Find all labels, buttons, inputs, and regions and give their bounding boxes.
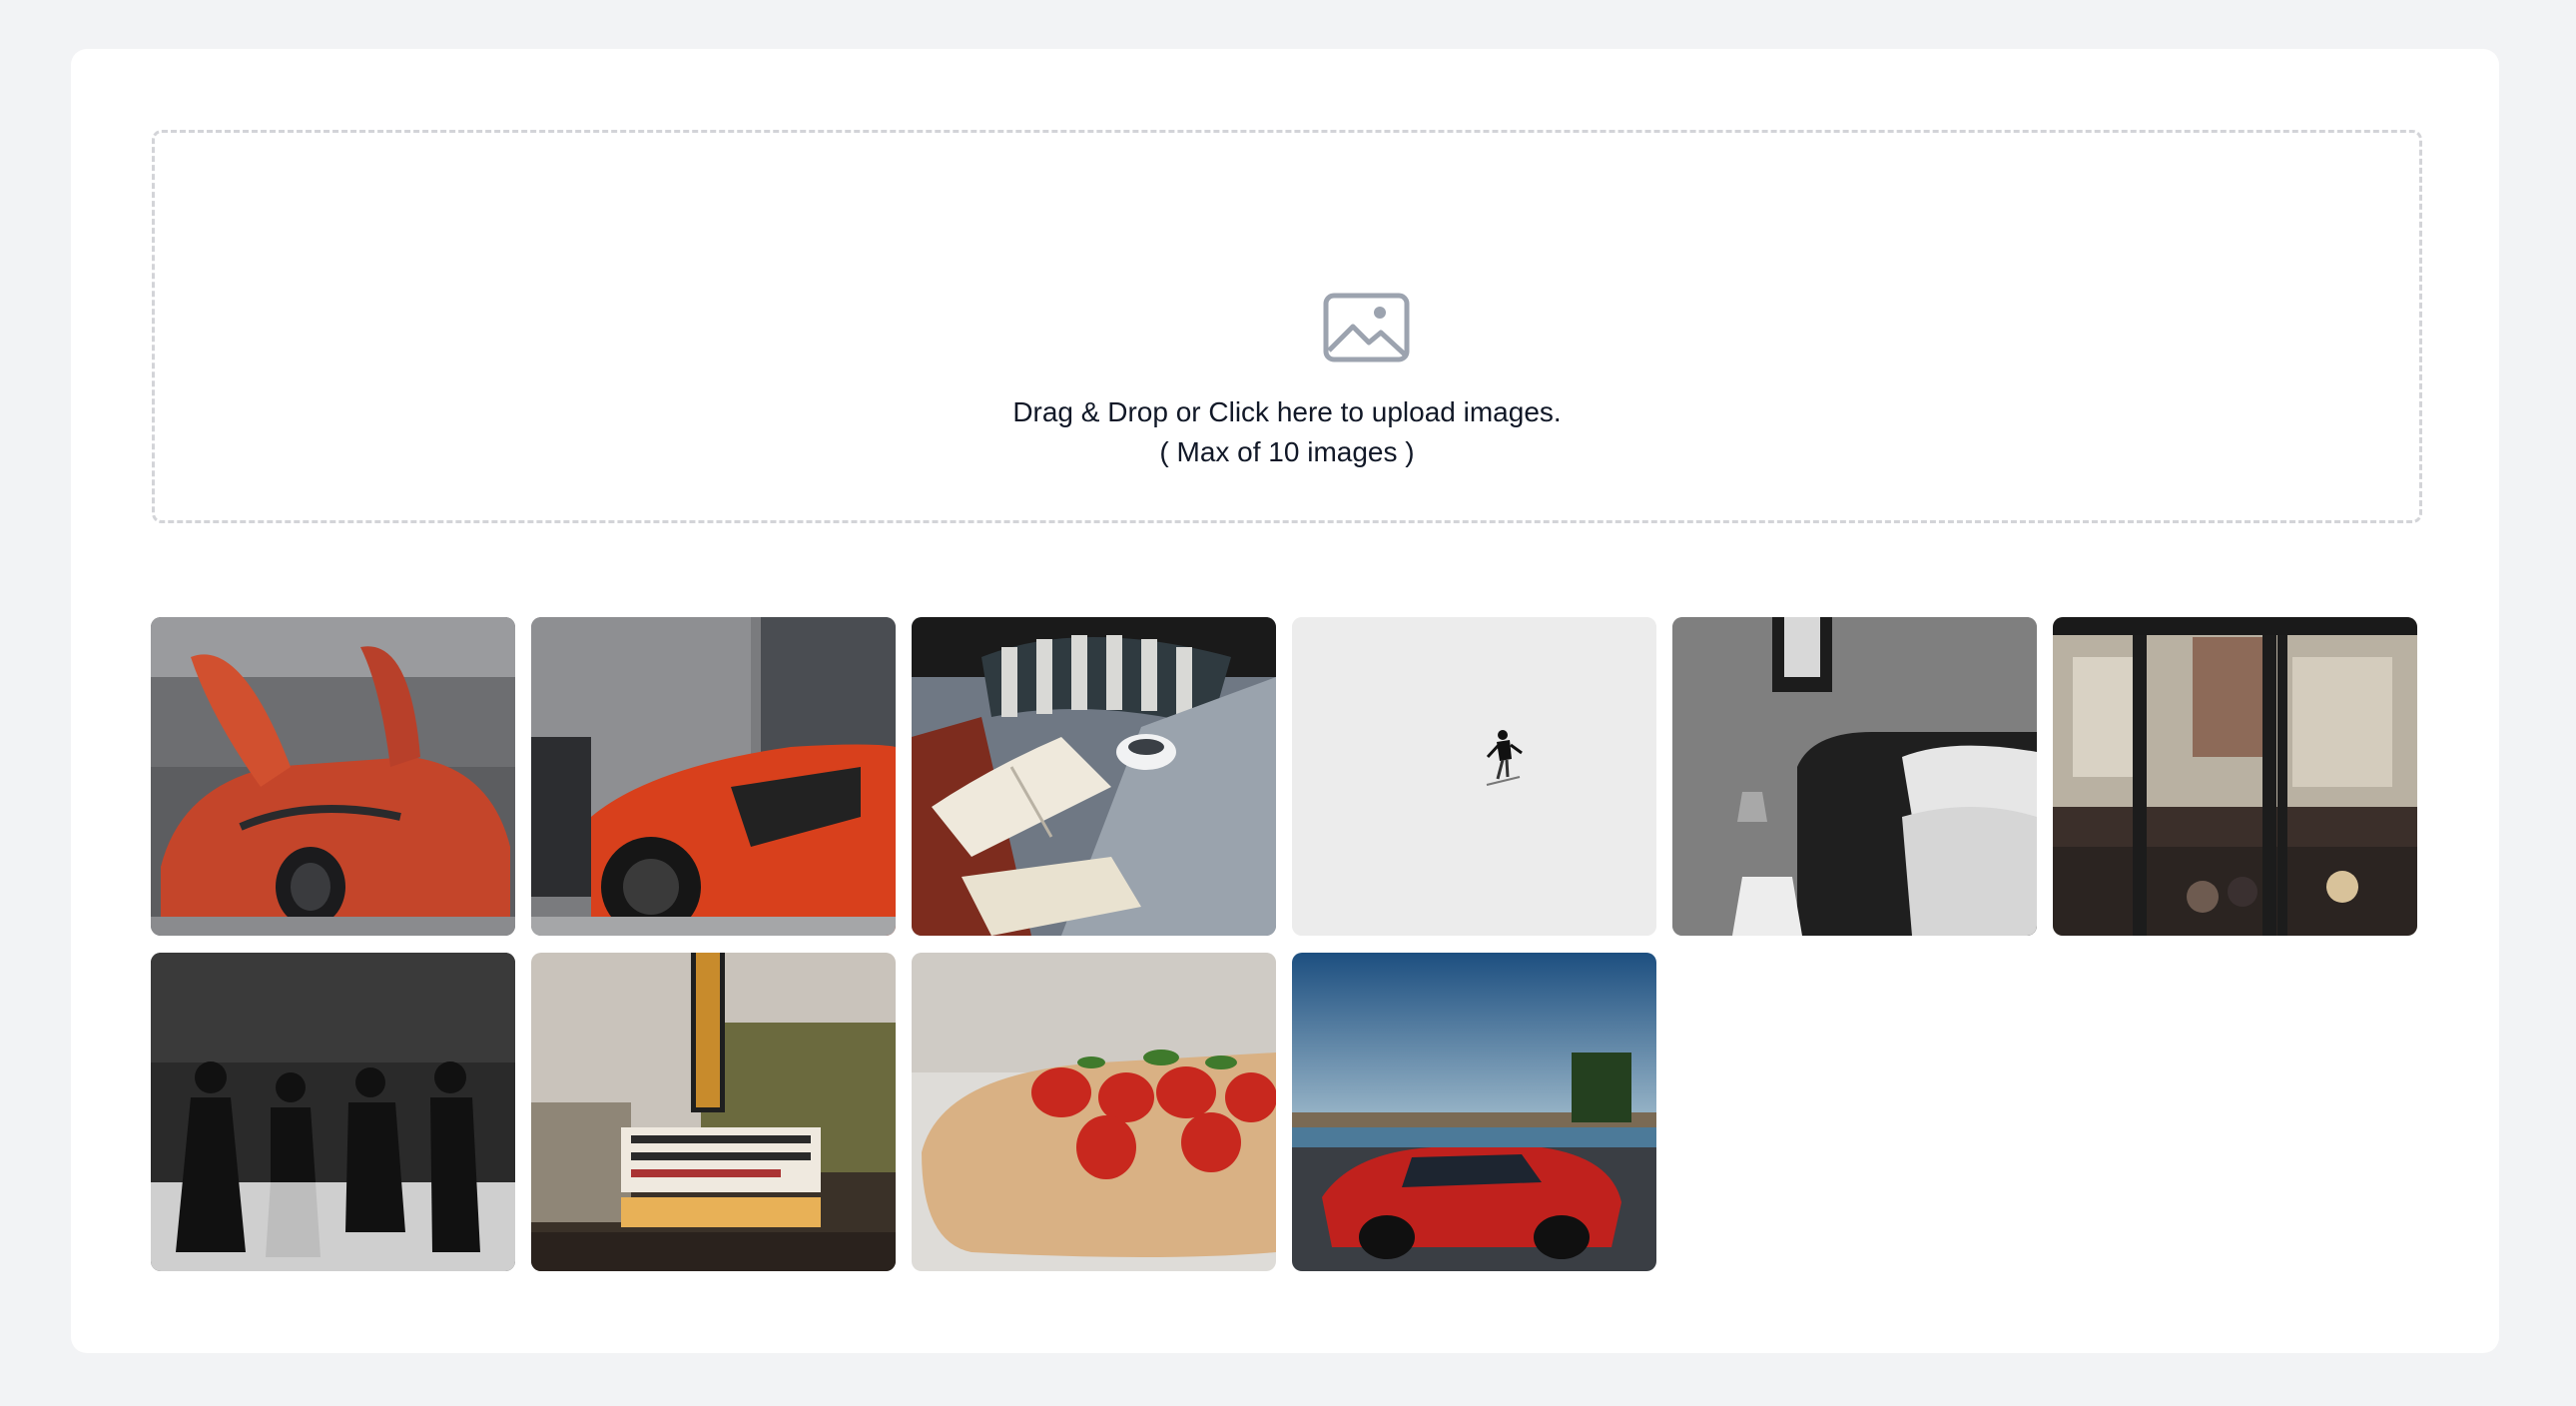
gallery-image-street-door[interactable] bbox=[2053, 617, 2417, 936]
image-icon bbox=[1323, 293, 1410, 362]
upload-card: Drag & Drop or Click here to upload imag… bbox=[71, 49, 2499, 1353]
gallery-image-theater[interactable] bbox=[531, 953, 896, 1271]
gallery-image-skier[interactable] bbox=[1292, 617, 1656, 936]
upload-instruction: Drag & Drop or Click here to upload imag… bbox=[1012, 396, 1562, 427]
gallery-image-red-car-river[interactable] bbox=[1292, 953, 1656, 1271]
gallery-image-strawberries[interactable] bbox=[912, 953, 1276, 1271]
gallery-image-book-on-bed[interactable] bbox=[912, 617, 1276, 936]
gallery-image-four-people[interactable] bbox=[151, 953, 515, 1271]
gallery-image-bedroom[interactable] bbox=[1672, 617, 2037, 936]
gallery-image-red-supercar[interactable] bbox=[151, 617, 515, 936]
gallery-image-orange-sports-car[interactable] bbox=[531, 617, 896, 936]
image-dropzone[interactable]: Drag & Drop or Click here to upload imag… bbox=[152, 130, 2422, 523]
upload-limit: ( Max of 10 images ) bbox=[1159, 436, 1415, 467]
